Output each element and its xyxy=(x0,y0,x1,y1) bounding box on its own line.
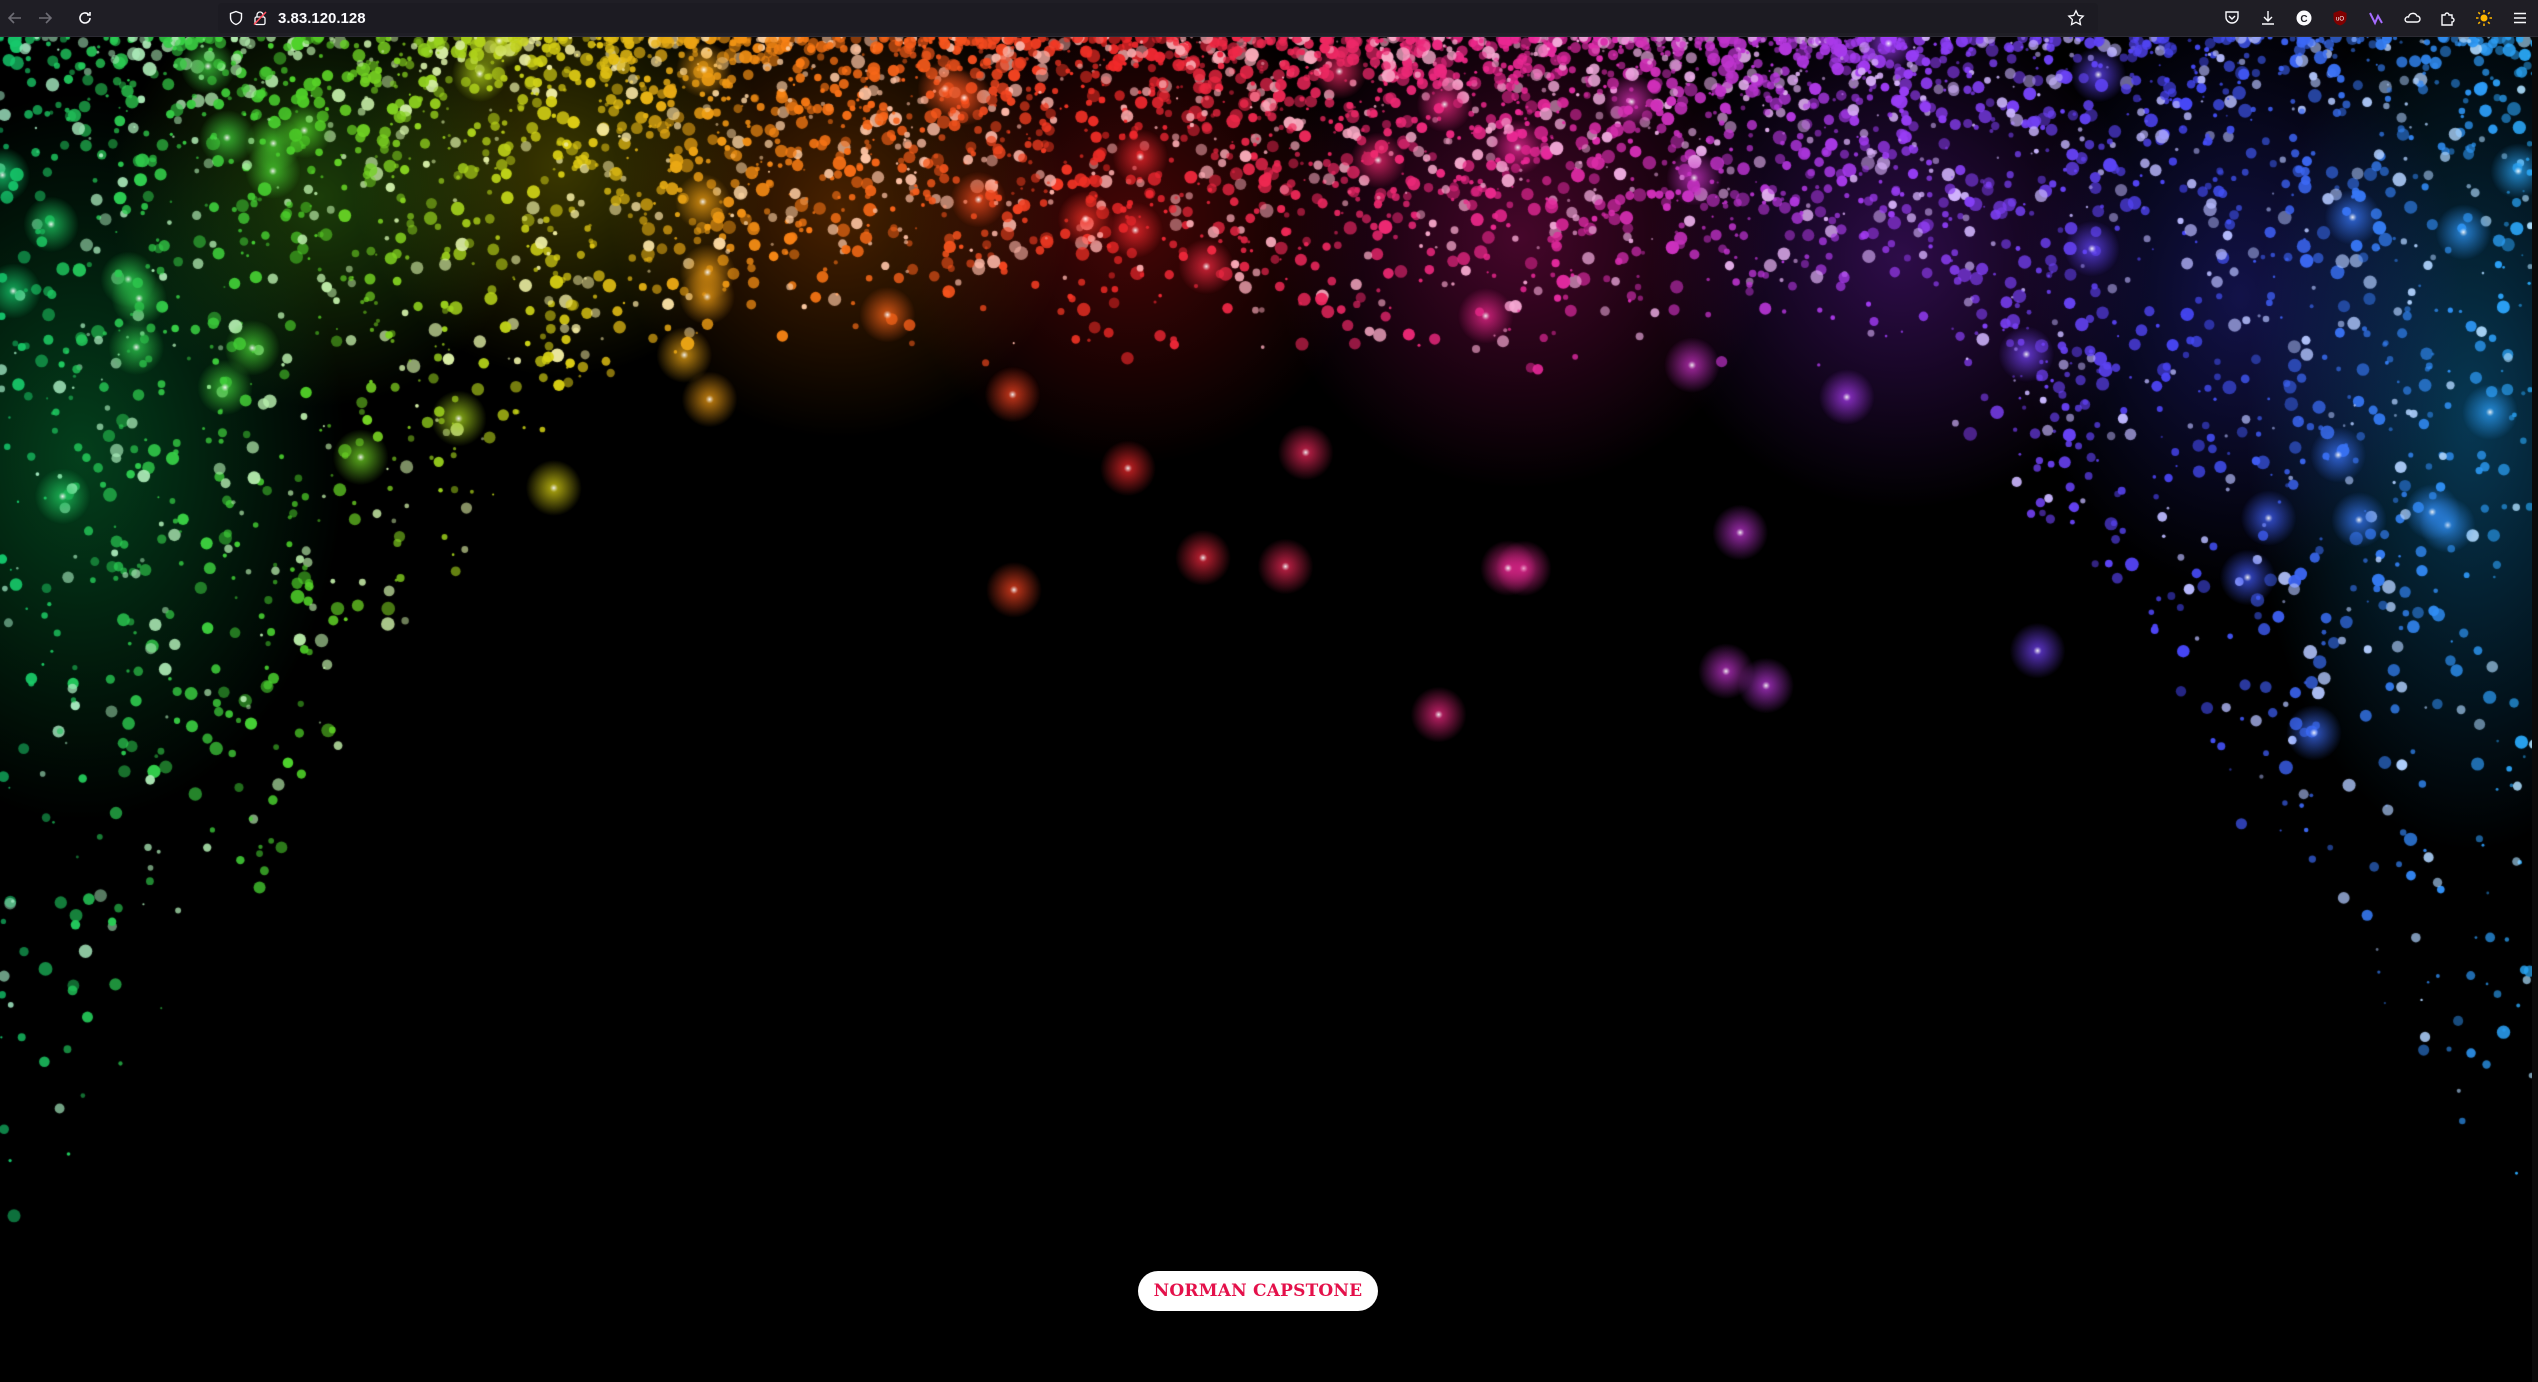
forward-button[interactable] xyxy=(30,3,60,33)
url-text[interactable]: 3.83.120.128 xyxy=(278,10,366,27)
norman-capstone-button[interactable]: NORMAN CAPSTONE xyxy=(1138,1271,1378,1311)
back-button[interactable] xyxy=(0,3,30,33)
tracking-shield-icon[interactable] xyxy=(224,6,248,30)
ublock-icon[interactable]: uO xyxy=(2322,0,2358,36)
address-bar[interactable]: 3.83.120.128 xyxy=(218,3,2098,33)
toolbar-right-icons: C uO xyxy=(2214,0,2538,36)
glitter-sparkles xyxy=(0,37,2538,1382)
bookmark-star-icon[interactable] xyxy=(2064,6,2088,30)
reload-button[interactable] xyxy=(70,3,100,33)
forward-arrow-icon xyxy=(39,12,53,24)
reload-icon xyxy=(79,12,91,24)
sun-icon[interactable] xyxy=(2466,0,2502,36)
extension-icon[interactable] xyxy=(2358,0,2394,36)
puzzle-icon[interactable] xyxy=(2430,0,2466,36)
svg-text:uO: uO xyxy=(2336,17,2344,23)
account-c-icon[interactable]: C xyxy=(2286,0,2322,36)
back-arrow-icon xyxy=(7,12,21,24)
hamburger-menu-icon[interactable] xyxy=(2502,0,2538,36)
page-content: NORMAN CAPSTONE xyxy=(0,37,2538,1382)
extension-cloud-icon[interactable] xyxy=(2394,0,2430,36)
download-icon[interactable] xyxy=(2250,0,2286,36)
insecure-lock-icon[interactable] xyxy=(248,6,272,30)
svg-text:C: C xyxy=(2300,14,2307,25)
pocket-icon[interactable] xyxy=(2214,0,2250,36)
scrollbar[interactable] xyxy=(2532,37,2538,1382)
browser-toolbar: 3.83.120.128 C uO xyxy=(0,0,2538,37)
